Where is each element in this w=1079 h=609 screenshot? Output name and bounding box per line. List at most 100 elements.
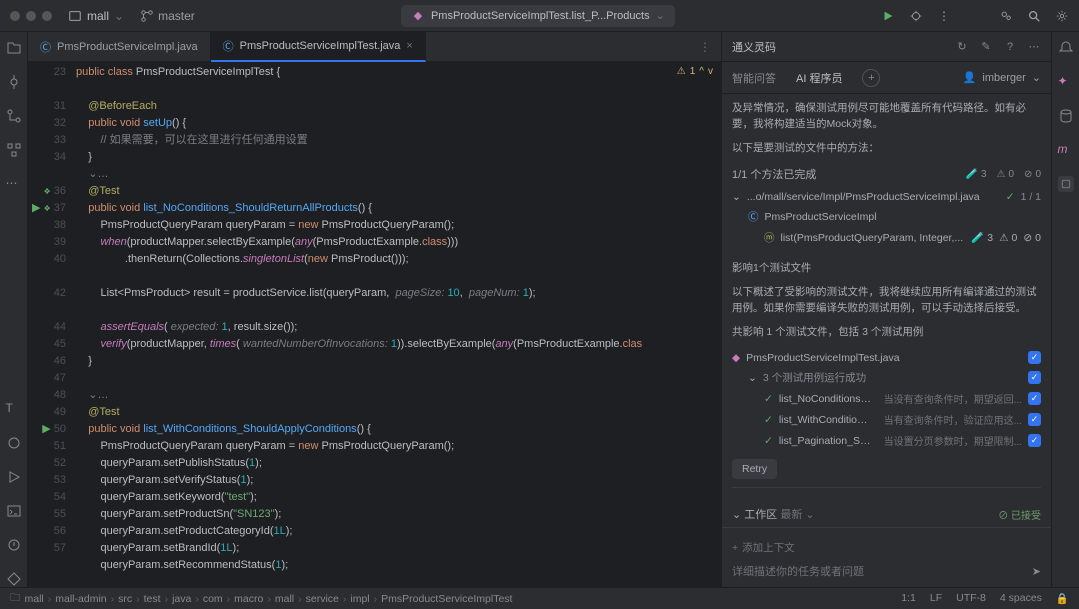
chevron-down-icon: ⌄ xyxy=(732,191,741,203)
ai-user-menu[interactable]: 👤 imberger ⌄ xyxy=(963,71,1041,84)
chevron-right-icon: › xyxy=(195,593,199,605)
checkbox-checked[interactable]: ✓ xyxy=(1028,371,1041,384)
panel-menu-icon[interactable]: ⋯ xyxy=(1027,40,1041,54)
settings-icon[interactable] xyxy=(1055,9,1069,23)
breadcrumb-item[interactable]: mall-admin xyxy=(55,593,106,605)
tab-menu-icon[interactable]: ⋮ xyxy=(689,40,721,54)
warn-badge: ⚠0 xyxy=(999,232,1017,244)
chevron-right-icon: › xyxy=(343,593,347,605)
cursor-position[interactable]: 1:1 xyxy=(901,592,916,605)
input-placeholder: 详细描述你的任务或者问题 xyxy=(732,563,864,579)
bookmarks-icon[interactable]: T xyxy=(6,401,22,417)
build-tool-icon[interactable] xyxy=(6,435,22,451)
class-icon: Ⓒ xyxy=(748,209,759,224)
progress-label: 1/1 个方法已完成 xyxy=(732,166,816,182)
project-tool-icon[interactable] xyxy=(6,40,22,56)
retry-button[interactable]: Retry xyxy=(732,459,777,479)
ai-panel: 通义灵码 ↻ ✎ ? ⋯ 智能问答 AI 程序员 + 👤 imberger ⌄ … xyxy=(721,32,1051,587)
new-chat-icon[interactable]: ✎ xyxy=(979,40,993,54)
chevron-right-icon: › xyxy=(374,593,378,605)
zoom-window-dot[interactable] xyxy=(42,11,52,21)
breadcrumb[interactable]: 🗀mall›mall-admin›src›test›java›com›macro… xyxy=(10,590,512,608)
file-encoding[interactable]: UTF-8 xyxy=(956,592,986,605)
java-file-icon: Ⓒ xyxy=(223,38,234,54)
source-file-path: ...o/mall/service/Impl/PmsProductService… xyxy=(747,191,1000,203)
breadcrumb-item[interactable]: PmsProductServiceImplTest xyxy=(381,593,512,605)
breadcrumb-item[interactable]: com xyxy=(203,593,223,605)
test-name: list_Pagination_Shoul... xyxy=(779,435,872,447)
class-row[interactable]: Ⓒ PmsProductServiceImpl xyxy=(732,206,1041,227)
more-tools-icon[interactable]: ⋯ xyxy=(6,176,22,192)
close-window-dot[interactable] xyxy=(10,11,20,21)
test-case-row[interactable]: ✓list_NoConditions_Sho...当没有查询条件时，期望返回..… xyxy=(732,388,1041,409)
git-branch[interactable]: master xyxy=(140,9,195,23)
chevron-down-icon: ⌄ xyxy=(1032,71,1041,84)
ai-assistant-icon[interactable] xyxy=(1058,176,1074,192)
editor-tab[interactable]: ⒸPmsProductServiceImplTest.java× xyxy=(211,32,426,62)
code-with-me-icon[interactable] xyxy=(999,9,1013,23)
readonly-icon[interactable]: 🔒 xyxy=(1056,592,1069,605)
username: imberger xyxy=(982,72,1025,84)
notifications-icon[interactable] xyxy=(1058,40,1074,56)
close-tab-icon[interactable]: × xyxy=(406,40,412,52)
line-separator[interactable]: LF xyxy=(930,592,942,605)
beaker-badge: 🧪3 xyxy=(966,169,987,180)
test-group-row[interactable]: ⌄ 3 个测试用例运行成功 ✓ xyxy=(732,367,1041,388)
run-tool-icon[interactable] xyxy=(6,469,22,485)
breadcrumb-item[interactable]: impl xyxy=(350,593,369,605)
minimize-window-dot[interactable] xyxy=(26,11,36,21)
run-button[interactable] xyxy=(881,9,895,23)
structure-tool-icon[interactable] xyxy=(6,142,22,158)
method-row[interactable]: ⓜ list(PmsProductQueryParam, Integer,...… xyxy=(732,227,1041,248)
breadcrumb-item[interactable]: mall xyxy=(275,593,294,605)
more-icon[interactable]: ⋮ xyxy=(937,9,951,23)
ai-tab-programmer[interactable]: AI 程序员 xyxy=(796,70,842,86)
database-icon[interactable] xyxy=(1058,108,1074,124)
accepted-badge: ⊘ 已接受 xyxy=(998,507,1041,522)
breadcrumb-item[interactable]: macro xyxy=(234,593,263,605)
indent-setting[interactable]: 4 spaces xyxy=(1000,592,1042,605)
test-case-row[interactable]: ✓list_WithConditions_S...当有查询条件时，验证应用这..… xyxy=(732,409,1041,430)
ai-input[interactable]: 详细描述你的任务或者问题 ➤ xyxy=(732,563,1041,579)
ai-tool-icon[interactable]: ✦ xyxy=(1058,74,1074,90)
commit-tool-icon[interactable] xyxy=(6,74,22,90)
maven-icon[interactable]: m xyxy=(1058,142,1074,158)
problems-tool-icon[interactable] xyxy=(6,537,22,553)
editor-tab[interactable]: ⒸPmsProductServiceImpl.java xyxy=(28,32,211,62)
branch-icon xyxy=(140,9,154,23)
inspection-widget[interactable]: ⚠ 1 ^ v xyxy=(677,66,713,77)
project-selector[interactable]: mall ⌄ xyxy=(60,6,132,26)
add-tab-icon[interactable]: + xyxy=(862,69,880,87)
code-content[interactable]: public class PmsProductServiceImplTest {… xyxy=(76,62,721,587)
ai-tab-qa[interactable]: 智能问答 xyxy=(732,70,776,86)
breadcrumb-item[interactable]: service xyxy=(306,593,339,605)
run-configuration[interactable]: ◆ PmsProductServiceImplTest.list_P...Pro… xyxy=(401,5,675,27)
breadcrumb-item[interactable]: test xyxy=(144,593,161,605)
history-icon[interactable]: ↻ xyxy=(955,40,969,54)
affect-title: 影响1个测试文件 xyxy=(732,260,1041,276)
help-icon[interactable]: ? xyxy=(1003,40,1017,54)
terminal-tool-icon[interactable] xyxy=(6,503,22,519)
titlebar: mall ⌄ master ◆ PmsProductServiceImplTes… xyxy=(0,0,1079,32)
workspace-toggle[interactable]: ⌄ 工作区 最新 ⌄ xyxy=(732,506,815,522)
checkbox-checked[interactable]: ✓ xyxy=(1028,351,1041,364)
test-case-row[interactable]: ✓list_Pagination_Shoul...当设置分页参数时，期望限制..… xyxy=(732,430,1041,451)
checkbox-checked[interactable]: ✓ xyxy=(1028,413,1041,426)
git-tool-icon[interactable] xyxy=(6,571,22,587)
breadcrumb-item[interactable]: src xyxy=(118,593,132,605)
add-context-button[interactable]: + 添加上下文 xyxy=(732,536,1041,559)
breadcrumb-item[interactable]: mall xyxy=(25,593,44,605)
source-file-row[interactable]: ⌄ ...o/mall/service/Impl/PmsProductServi… xyxy=(732,188,1041,206)
pull-requests-icon[interactable] xyxy=(6,108,22,124)
send-icon[interactable]: ➤ xyxy=(1032,565,1041,578)
chevron-down-icon: ⌄ xyxy=(805,509,814,521)
test-description: 当有查询条件时，验证应用这... xyxy=(884,412,1022,427)
test-icon: ◆ xyxy=(411,9,425,23)
search-icon[interactable] xyxy=(1027,9,1041,23)
checkbox-checked[interactable]: ✓ xyxy=(1028,392,1041,405)
checkbox-checked[interactable]: ✓ xyxy=(1028,434,1041,447)
debug-button[interactable] xyxy=(909,9,923,23)
test-file-row[interactable]: ◆ PmsProductServiceImplTest.java ✓ xyxy=(732,348,1041,367)
method-sig: list(PmsProductQueryParam, Integer,... xyxy=(781,232,966,244)
breadcrumb-item[interactable]: java xyxy=(172,593,191,605)
